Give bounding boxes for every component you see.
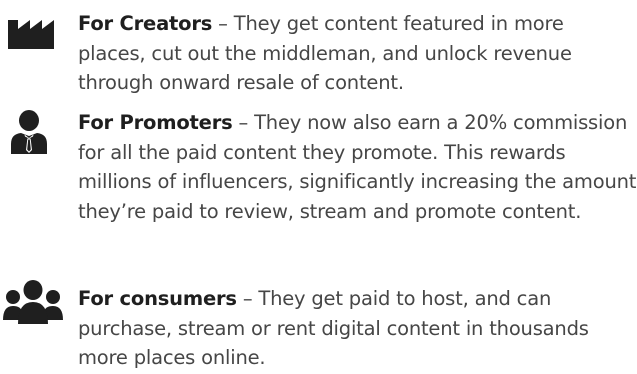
businessman-icon xyxy=(9,110,69,154)
benefit-label-creators: For Creators xyxy=(78,12,213,35)
factory-icon xyxy=(8,15,68,59)
group-icon xyxy=(3,280,63,324)
benefit-label-promoters: For Promoters xyxy=(78,111,233,134)
benefit-text-creators: For Creators – They get content featured… xyxy=(78,9,637,98)
benefit-text-consumers: For consumers – They get paid to host, a… xyxy=(78,284,637,373)
benefit-text-promoters: For Promoters – They now also earn a 20%… xyxy=(78,108,637,226)
benefit-label-consumers: For consumers xyxy=(78,287,237,310)
